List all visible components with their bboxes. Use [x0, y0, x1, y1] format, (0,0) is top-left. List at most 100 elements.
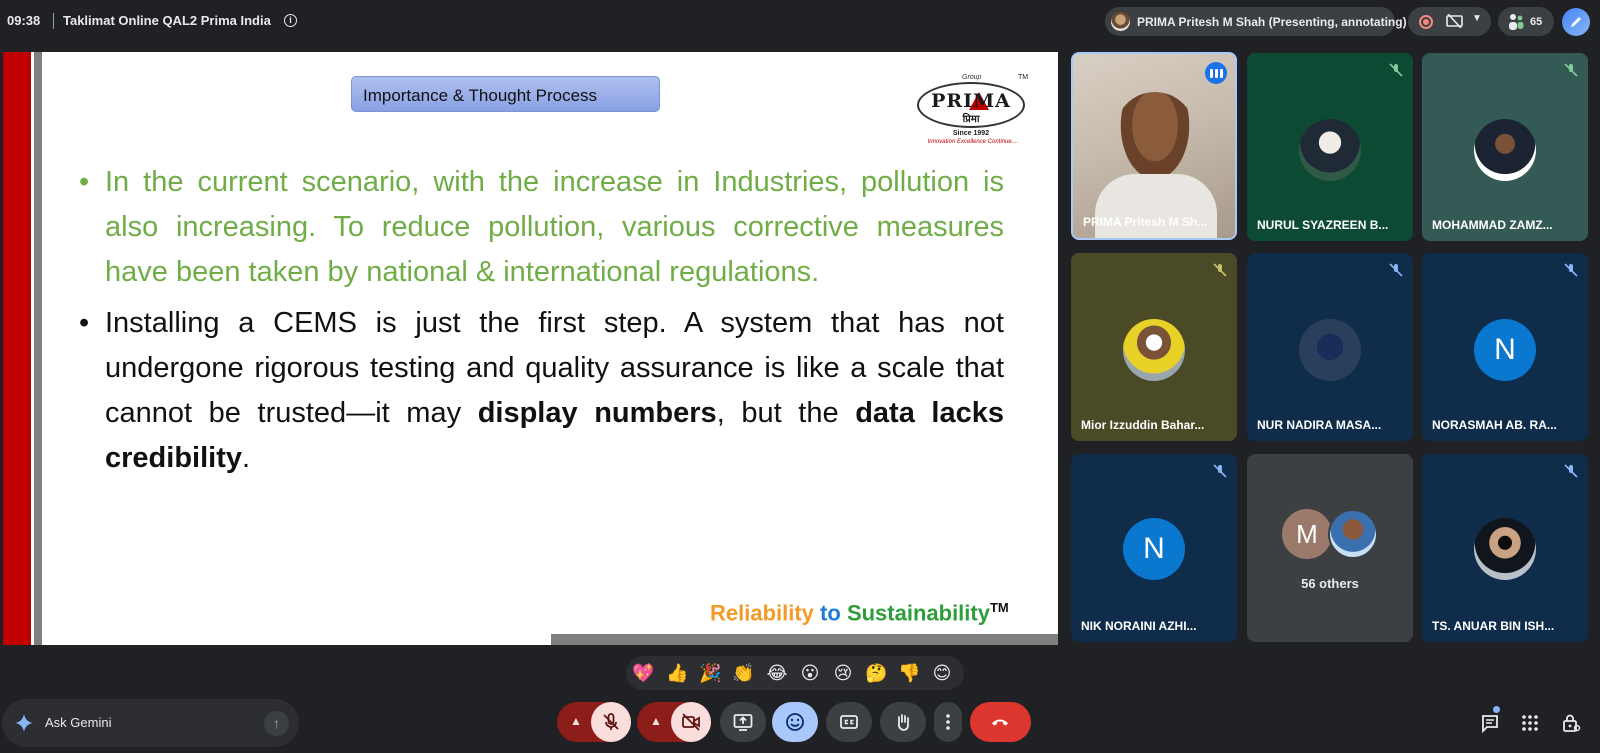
- leave-call-button[interactable]: [970, 702, 1031, 742]
- speaking-indicator-icon: [1205, 62, 1227, 84]
- mic-off-icon: [1564, 63, 1578, 77]
- reaction-laugh-icon[interactable]: 😂: [766, 662, 788, 684]
- logo-word: PRIMA: [931, 90, 1011, 112]
- screen-share-off-icon: [1446, 14, 1463, 28]
- mic-options-chevron-icon[interactable]: ▲: [570, 714, 582, 728]
- more-options-button[interactable]: [934, 702, 962, 742]
- participant-name: MOHAMMAD ZAMZ...: [1432, 218, 1553, 232]
- participant-tile[interactable]: N NORASMAH AB. RA...: [1422, 253, 1588, 441]
- reaction-party-icon[interactable]: 🎉: [699, 662, 721, 684]
- mic-off-icon: [1564, 464, 1578, 478]
- participant-tile-presenter[interactable]: PRIMA Pritesh M Sh...: [1071, 52, 1237, 240]
- meeting-title: Taklimat Online QAL2 Prima India: [63, 13, 271, 28]
- reaction-surprised-icon[interactable]: 😮: [799, 662, 821, 684]
- bullet-cems-bold1: display numbers: [477, 397, 717, 429]
- participant-name: NORASMAH AB. RA...: [1432, 418, 1557, 432]
- participants-pill[interactable]: 65: [1498, 7, 1554, 36]
- avatar: [1474, 518, 1536, 580]
- presenter-shirt: [1095, 174, 1217, 238]
- avatar: [1299, 119, 1361, 181]
- avatar: [1123, 319, 1185, 381]
- gemini-spark-icon: [15, 714, 33, 732]
- present-screen-icon: [733, 714, 753, 731]
- reaction-thumbs-up-icon[interactable]: 👍: [666, 662, 688, 684]
- participant-name: NURUL SYAZREEN B...: [1257, 218, 1389, 232]
- participant-tile[interactable]: MOHAMMAD ZAMZ...: [1422, 53, 1588, 241]
- mic-off-icon: [1389, 263, 1403, 277]
- recording-status-pill[interactable]: ▼: [1408, 7, 1491, 36]
- others-tile[interactable]: M 56 others: [1247, 454, 1413, 642]
- participant-name: NIK NORAINI AZHI...: [1081, 619, 1197, 633]
- end-call-icon: [992, 719, 1008, 726]
- host-controls-lock-icon[interactable]: [1561, 713, 1581, 733]
- more-vert-icon: [946, 714, 950, 730]
- reaction-thumbs-down-icon[interactable]: 👎: [898, 662, 920, 684]
- others-avatars: M: [1282, 509, 1382, 561]
- camera-off-icon: [682, 713, 700, 731]
- participant-tile[interactable]: N NIK NORAINI AZHI...: [1071, 454, 1237, 642]
- people-icon: [1509, 14, 1524, 30]
- mic-control-group: ▲: [557, 702, 631, 742]
- reactions-bar: 💖 👍 🎉 👏 😂 😮 😢 🤔 👎 😊: [626, 656, 964, 690]
- participant-tile[interactable]: TS. ANUAR BIN ISH...: [1422, 454, 1588, 642]
- slide-bullets: In the current scenario, with the increa…: [79, 160, 1004, 481]
- tagline-tm: TM: [989, 600, 1009, 615]
- send-icon[interactable]: ↑: [264, 711, 289, 736]
- raise-hand-button[interactable]: [880, 702, 926, 742]
- participant-tile[interactable]: NUR NADIRA MASA...: [1247, 253, 1413, 441]
- reaction-clap-icon[interactable]: 👏: [732, 662, 754, 684]
- reaction-thinking-icon[interactable]: 🤔: [865, 662, 887, 684]
- avatar: [1328, 509, 1378, 559]
- info-icon[interactable]: i: [284, 14, 297, 27]
- avatar: N: [1123, 518, 1185, 580]
- reaction-add-icon[interactable]: 😊: [931, 662, 953, 684]
- recording-icon: [1419, 15, 1433, 29]
- logo-since: Since 1992: [952, 130, 990, 137]
- chevron-down-icon: ▼: [1472, 13, 1482, 24]
- reactions-button[interactable]: [772, 702, 818, 742]
- participant-name: NUR NADIRA MASA...: [1257, 418, 1382, 432]
- camera-options-chevron-icon[interactable]: ▲: [650, 714, 662, 728]
- reaction-heart-icon[interactable]: 💖: [632, 662, 654, 684]
- avatar: [1299, 319, 1361, 381]
- pen-icon: [1571, 17, 1581, 27]
- presenter-status-pill[interactable]: PRIMA Pritesh M Shah (Presenting, annota…: [1105, 7, 1407, 36]
- emoji-icon: [786, 713, 804, 731]
- participant-tile[interactable]: Mior Izzuddin Bahar...: [1071, 253, 1237, 441]
- avatar: [1474, 119, 1536, 181]
- bullet-cems-part3: .: [242, 442, 251, 474]
- camera-control-group: ▲: [637, 702, 711, 742]
- avatar: M: [1282, 509, 1332, 559]
- participant-name: Mior Izzuddin Bahar...: [1081, 418, 1205, 432]
- presenter-avatar: [1111, 12, 1130, 31]
- slide-tagline: Reliability to SustainabilityTM: [710, 600, 1009, 626]
- participant-name: TS. ANUAR BIN ISH...: [1432, 619, 1555, 633]
- annotate-button[interactable]: [1562, 8, 1590, 36]
- top-bar: 09:38 Taklimat Online QAL2 Prima India i…: [0, 0, 1600, 42]
- logo-hindi: प्रिमा: [962, 114, 980, 125]
- slide-left-grey-bar: [34, 52, 42, 645]
- tagline-word-2: to: [820, 600, 841, 626]
- participant-name: PRIMA Pritesh M Sh...: [1083, 215, 1208, 229]
- others-count: 56 others: [1301, 576, 1359, 591]
- camera-toggle-button[interactable]: [671, 702, 711, 742]
- chat-icon[interactable]: [1480, 713, 1500, 733]
- participant-tile[interactable]: NURUL SYAZREEN B...: [1247, 53, 1413, 241]
- ask-gemini-placeholder: Ask Gemini: [45, 715, 112, 730]
- mic-off-icon: [1213, 263, 1227, 277]
- clock: 09:38: [7, 13, 41, 28]
- reaction-sad-icon[interactable]: 😢: [832, 662, 854, 684]
- logo-group-text: Group: [962, 74, 982, 81]
- presenter-status-text: PRIMA Pritesh M Shah (Presenting, annota…: [1137, 15, 1407, 29]
- logo-oval: PRIMA प्रिमा: [917, 82, 1025, 128]
- bullet-pollution: In the current scenario, with the increa…: [79, 160, 1004, 295]
- divider: [53, 13, 54, 29]
- captions-button[interactable]: [826, 702, 872, 742]
- activities-grid-icon[interactable]: [1520, 713, 1540, 733]
- slide-footer-bar: [551, 634, 1058, 645]
- ask-gemini-input[interactable]: Ask Gemini ↑: [2, 699, 299, 747]
- present-screen-button[interactable]: [720, 702, 766, 742]
- mic-off-icon: [603, 713, 619, 730]
- mic-toggle-button[interactable]: [591, 702, 631, 742]
- presentation-slide: Importance & Thought Process Group TM PR…: [3, 52, 1058, 645]
